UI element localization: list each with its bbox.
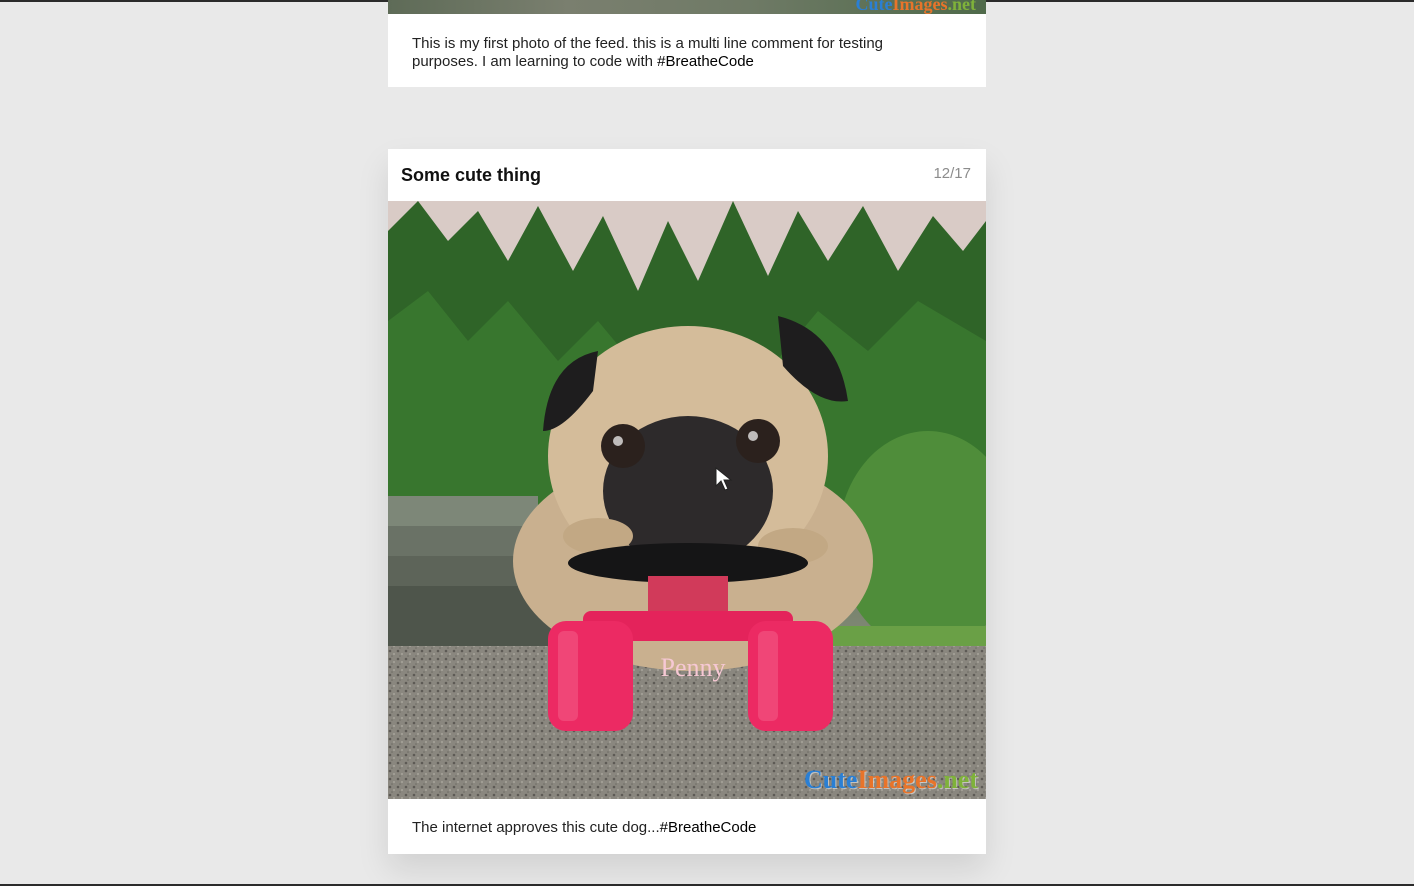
pug-skateboard-illustration: Penny xyxy=(388,201,986,799)
caption-text: This is my first photo of the feed. this… xyxy=(412,35,884,70)
feed-post-2: Some cute thing 12/17 Penny CuteImages.n… xyxy=(388,149,986,854)
post-caption: The internet approves this cute dog...#B… xyxy=(412,819,946,837)
post-counter: 12/17 xyxy=(933,165,971,182)
feed-post-1: CuteImages.net This is my first photo of… xyxy=(388,0,986,87)
hashtag-link[interactable]: #BreatheCode xyxy=(660,819,757,836)
skateboard-brand-label: Penny xyxy=(661,653,726,682)
post-photo[interactable]: CuteImages.net xyxy=(388,0,986,14)
image-watermark: CuteImages.net xyxy=(803,765,978,794)
post-title: Some cute thing xyxy=(401,165,542,185)
post-photo[interactable]: Penny CuteImages.net xyxy=(388,201,986,799)
post-caption: This is my first photo of the feed. this… xyxy=(412,35,946,71)
post-header: Some cute thing 12/17 xyxy=(388,149,986,201)
hashtag-link[interactable]: #BreatheCode xyxy=(657,53,754,70)
caption-text: The internet approves this cute dog... xyxy=(412,819,660,836)
image-watermark: CuteImages.net xyxy=(855,0,977,14)
